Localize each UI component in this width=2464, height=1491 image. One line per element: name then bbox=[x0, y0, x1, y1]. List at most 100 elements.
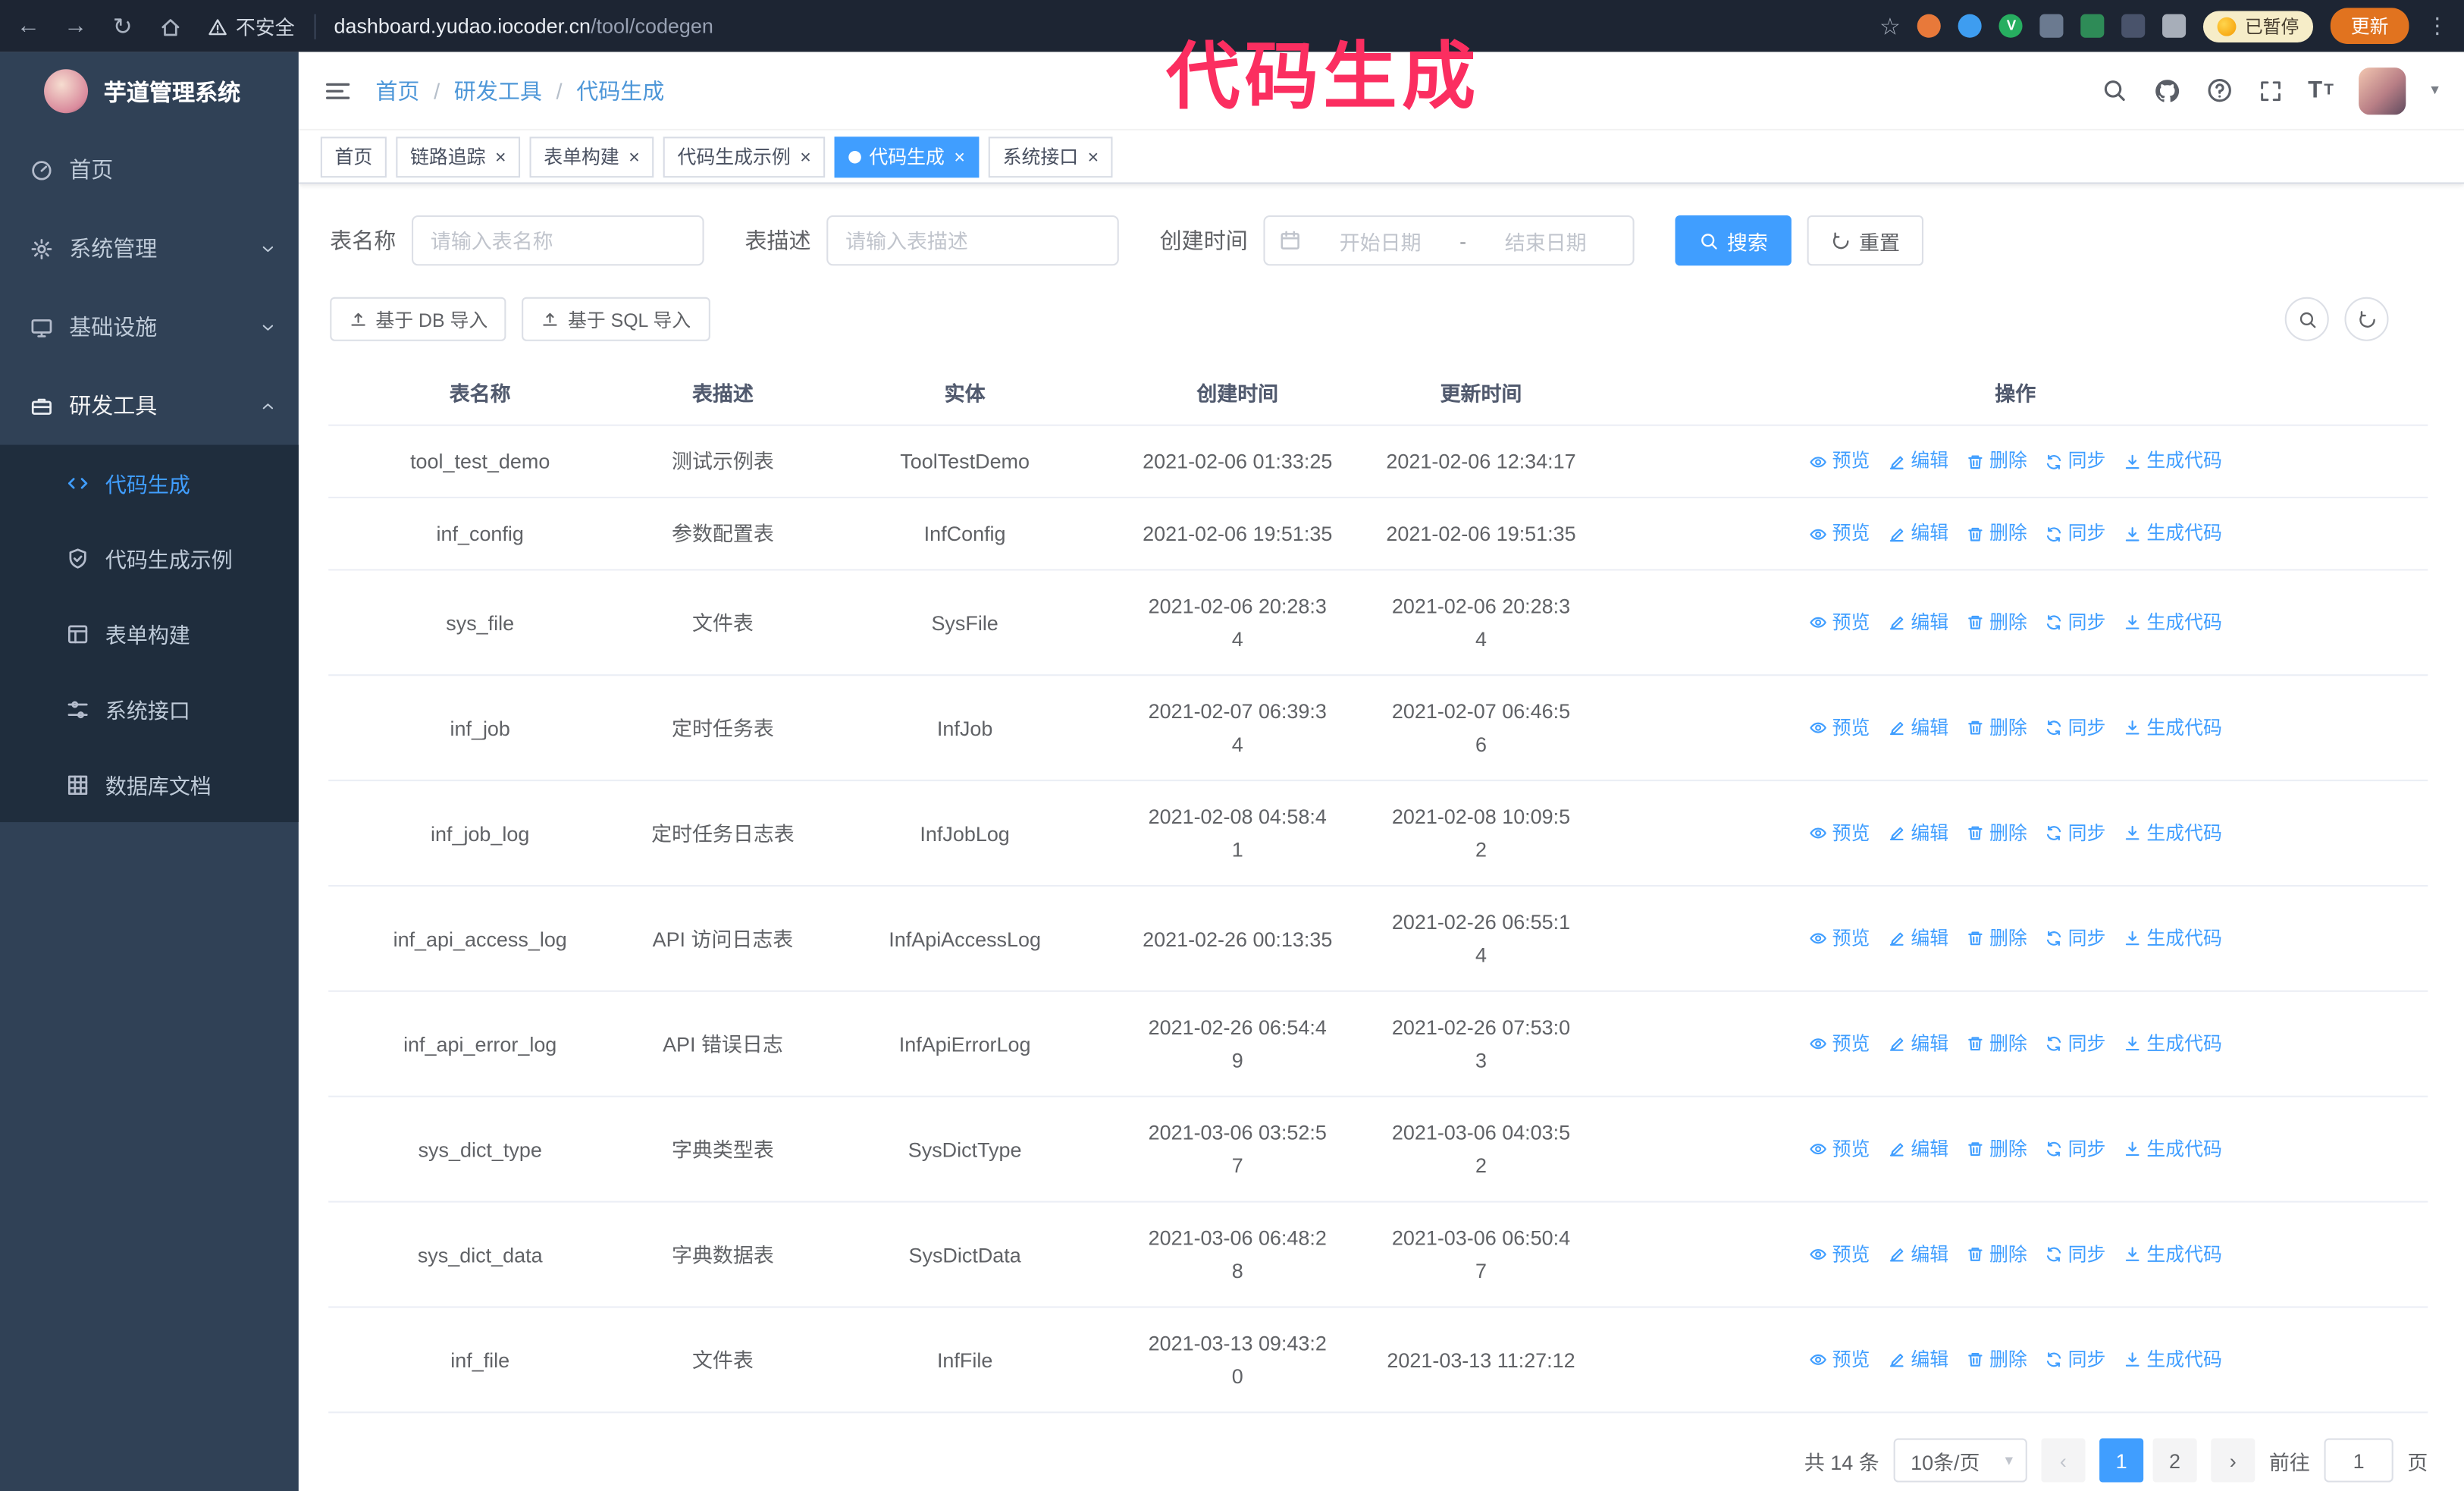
sidebar-item-gear[interactable]: 系统管理 bbox=[0, 209, 299, 288]
tab-表单构建[interactable]: 表单构建 × bbox=[529, 136, 654, 177]
import-db-button[interactable]: 基于 DB 导入 bbox=[330, 297, 507, 341]
close-icon[interactable]: × bbox=[954, 146, 965, 168]
browser-forward-icon[interactable]: → bbox=[63, 13, 88, 39]
action-sync-link[interactable]: 同步 bbox=[2045, 1028, 2105, 1061]
prev-page-button[interactable]: ‹ bbox=[2041, 1438, 2086, 1483]
help-icon[interactable] bbox=[2205, 77, 2232, 104]
action-sync-link[interactable]: 同步 bbox=[2045, 606, 2105, 639]
action-eye-link[interactable]: 预览 bbox=[1809, 445, 1870, 479]
goto-page-input[interactable] bbox=[2324, 1438, 2393, 1483]
update-button[interactable]: 更新 bbox=[2330, 8, 2409, 45]
date-range-picker[interactable]: 开始日期 - 结束日期 bbox=[1263, 215, 1635, 266]
action-download-link[interactable]: 生成代码 bbox=[2123, 517, 2222, 551]
sidebar-item-shield[interactable]: 代码生成示例 bbox=[0, 520, 299, 595]
action-edit-link[interactable]: 编辑 bbox=[1887, 817, 1948, 850]
browser-home-icon[interactable] bbox=[157, 13, 182, 39]
github-icon[interactable] bbox=[2152, 77, 2180, 105]
action-sync-link[interactable]: 同步 bbox=[2045, 1132, 2105, 1166]
bookmark-star-icon[interactable]: ☆ bbox=[1879, 12, 1901, 40]
paused-badge[interactable]: 已暂停 bbox=[2203, 10, 2313, 42]
extension-icon[interactable] bbox=[1999, 14, 2024, 38]
action-sync-link[interactable]: 同步 bbox=[2045, 1343, 2105, 1376]
action-sync-link[interactable]: 同步 bbox=[2045, 817, 2105, 850]
close-icon[interactable]: × bbox=[800, 146, 811, 168]
search-icon[interactable] bbox=[2101, 77, 2127, 104]
puzzle-extension-icon[interactable] bbox=[2163, 14, 2187, 38]
action-download-link[interactable]: 生成代码 bbox=[2123, 1238, 2222, 1271]
extension-icon[interactable] bbox=[2040, 14, 2064, 38]
action-eye-link[interactable]: 预览 bbox=[1809, 1028, 1870, 1061]
action-download-link[interactable]: 生成代码 bbox=[2123, 817, 2222, 850]
action-download-link[interactable]: 生成代码 bbox=[2123, 711, 2222, 745]
action-eye-link[interactable]: 预览 bbox=[1809, 1238, 1870, 1271]
action-edit-link[interactable]: 编辑 bbox=[1887, 445, 1948, 479]
tab-系统接口[interactable]: 系统接口 × bbox=[989, 136, 1113, 177]
close-icon[interactable]: × bbox=[1088, 146, 1099, 168]
action-sync-link[interactable]: 同步 bbox=[2045, 711, 2105, 745]
tab-首页[interactable]: 首页 bbox=[320, 136, 387, 177]
action-trash-link[interactable]: 删除 bbox=[1966, 517, 2027, 551]
action-download-link[interactable]: 生成代码 bbox=[2123, 1343, 2222, 1376]
sidebar-item-code[interactable]: 代码生成 bbox=[0, 445, 299, 520]
page-size-select[interactable]: 10条/页 ▾ bbox=[1893, 1438, 2027, 1483]
action-trash-link[interactable]: 删除 bbox=[1966, 711, 2027, 745]
action-edit-link[interactable]: 编辑 bbox=[1887, 606, 1948, 639]
action-eye-link[interactable]: 预览 bbox=[1809, 1343, 1870, 1376]
action-edit-link[interactable]: 编辑 bbox=[1887, 1238, 1948, 1271]
sidebar-item-form[interactable]: 表单构建 bbox=[0, 596, 299, 671]
action-edit-link[interactable]: 编辑 bbox=[1887, 517, 1948, 551]
breadcrumb-item[interactable]: 首页 bbox=[375, 74, 419, 105]
action-edit-link[interactable]: 编辑 bbox=[1887, 1028, 1948, 1061]
page-button-2[interactable]: 2 bbox=[2152, 1438, 2197, 1483]
action-trash-link[interactable]: 删除 bbox=[1966, 922, 2027, 956]
action-eye-link[interactable]: 预览 bbox=[1809, 711, 1870, 745]
action-sync-link[interactable]: 同步 bbox=[2045, 1238, 2105, 1271]
action-trash-link[interactable]: 删除 bbox=[1966, 817, 2027, 850]
hamburger-icon[interactable] bbox=[324, 77, 352, 105]
app-logo[interactable]: 芋道管理系统 bbox=[0, 52, 299, 130]
tab-链路追踪[interactable]: 链路追踪 × bbox=[396, 136, 521, 177]
extension-icon[interactable] bbox=[2081, 14, 2105, 38]
toggle-search-button[interactable] bbox=[2284, 297, 2329, 341]
action-download-link[interactable]: 生成代码 bbox=[2123, 445, 2222, 479]
caret-down-icon[interactable]: ▾ bbox=[2431, 82, 2438, 99]
action-eye-link[interactable]: 预览 bbox=[1809, 922, 1870, 956]
action-download-link[interactable]: 生成代码 bbox=[2123, 1028, 2222, 1061]
tab-代码生成[interactable]: 代码生成 × bbox=[834, 136, 980, 177]
browser-reload-icon[interactable]: ↻ bbox=[110, 12, 135, 40]
action-download-link[interactable]: 生成代码 bbox=[2123, 922, 2222, 956]
tab-代码生成示例[interactable]: 代码生成示例 × bbox=[663, 136, 826, 177]
breadcrumb-item[interactable]: 代码生成 bbox=[576, 74, 664, 105]
page-button-1[interactable]: 1 bbox=[2099, 1438, 2144, 1483]
action-eye-link[interactable]: 预览 bbox=[1809, 1132, 1870, 1166]
close-icon[interactable]: × bbox=[495, 146, 506, 168]
sidebar-item-tools[interactable]: 研发工具 bbox=[0, 366, 299, 445]
action-download-link[interactable]: 生成代码 bbox=[2123, 606, 2222, 639]
extension-icon[interactable] bbox=[1917, 14, 1942, 38]
sidebar-item-sliders[interactable]: 系统接口 bbox=[0, 671, 299, 746]
action-sync-link[interactable]: 同步 bbox=[2045, 445, 2105, 479]
font-size-icon[interactable] bbox=[2308, 77, 2334, 104]
avatar[interactable] bbox=[2359, 67, 2406, 115]
browser-menu-icon[interactable]: ⋮ bbox=[2426, 13, 2448, 39]
action-trash-link[interactable]: 删除 bbox=[1966, 1028, 2027, 1061]
sidebar-item-grid[interactable]: 数据库文档 bbox=[0, 747, 299, 822]
action-download-link[interactable]: 生成代码 bbox=[2123, 1132, 2222, 1166]
action-eye-link[interactable]: 预览 bbox=[1809, 606, 1870, 639]
action-eye-link[interactable]: 预览 bbox=[1809, 517, 1870, 551]
extension-icon[interactable] bbox=[2122, 14, 2146, 38]
browser-back-icon[interactable]: ← bbox=[16, 13, 41, 39]
import-sql-button[interactable]: 基于 SQL 导入 bbox=[522, 297, 710, 341]
extension-icon[interactable] bbox=[1958, 14, 1983, 38]
breadcrumb-item[interactable]: 研发工具 bbox=[454, 74, 542, 105]
action-trash-link[interactable]: 删除 bbox=[1966, 1238, 2027, 1271]
action-eye-link[interactable]: 预览 bbox=[1809, 817, 1870, 850]
search-button[interactable]: 搜索 bbox=[1675, 215, 1792, 266]
action-trash-link[interactable]: 删除 bbox=[1966, 1343, 2027, 1376]
action-edit-link[interactable]: 编辑 bbox=[1887, 922, 1948, 956]
sidebar-item-home[interactable]: 首页 bbox=[0, 130, 299, 209]
table-desc-input[interactable] bbox=[826, 215, 1119, 266]
close-icon[interactable]: × bbox=[629, 146, 640, 168]
action-trash-link[interactable]: 删除 bbox=[1966, 1132, 2027, 1166]
next-page-button[interactable]: › bbox=[2211, 1438, 2256, 1483]
